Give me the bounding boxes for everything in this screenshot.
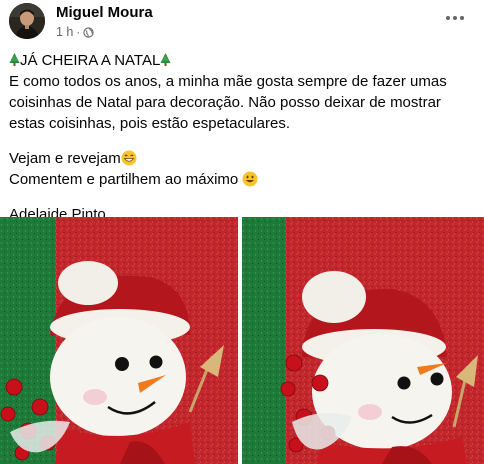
post-header: Miguel Moura 1 h · [0, 0, 484, 46]
post-meta: 1 h · [56, 25, 95, 39]
comentem-text: Comentem e partilhem ao máximo [9, 171, 239, 188]
globe-icon[interactable] [83, 26, 95, 38]
more-horizontal-icon [446, 16, 450, 20]
post-title: JÁ CHEIRA A NATAL [20, 52, 161, 69]
christmas-tree-icon [9, 53, 20, 66]
more-options-button[interactable] [440, 6, 470, 30]
avatar[interactable] [9, 3, 45, 39]
vejam-text: Vejam e revejam [9, 150, 121, 167]
post-body: E como todos os anos, a minha mãe gosta … [9, 73, 447, 132]
author-name[interactable]: Miguel Moura [56, 4, 153, 21]
grinning-emoji-icon [121, 150, 137, 166]
post-line-vejam: Vejam e revejam [9, 148, 479, 169]
post-text: JÁ CHEIRA A NATAL E como todos os anos, … [9, 50, 479, 225]
smiling-emoji-icon [242, 171, 258, 187]
snowman-photo-2[interactable] [242, 217, 484, 464]
christmas-tree-icon [160, 53, 171, 66]
post-time[interactable]: 1 h [56, 25, 73, 39]
meta-separator: · [76, 25, 81, 39]
post-title-line: JÁ CHEIRA A NATAL [9, 50, 479, 71]
snowman-photo-1[interactable] [0, 217, 238, 464]
post-line-comentem: Comentem e partilhem ao máximo [9, 169, 479, 190]
